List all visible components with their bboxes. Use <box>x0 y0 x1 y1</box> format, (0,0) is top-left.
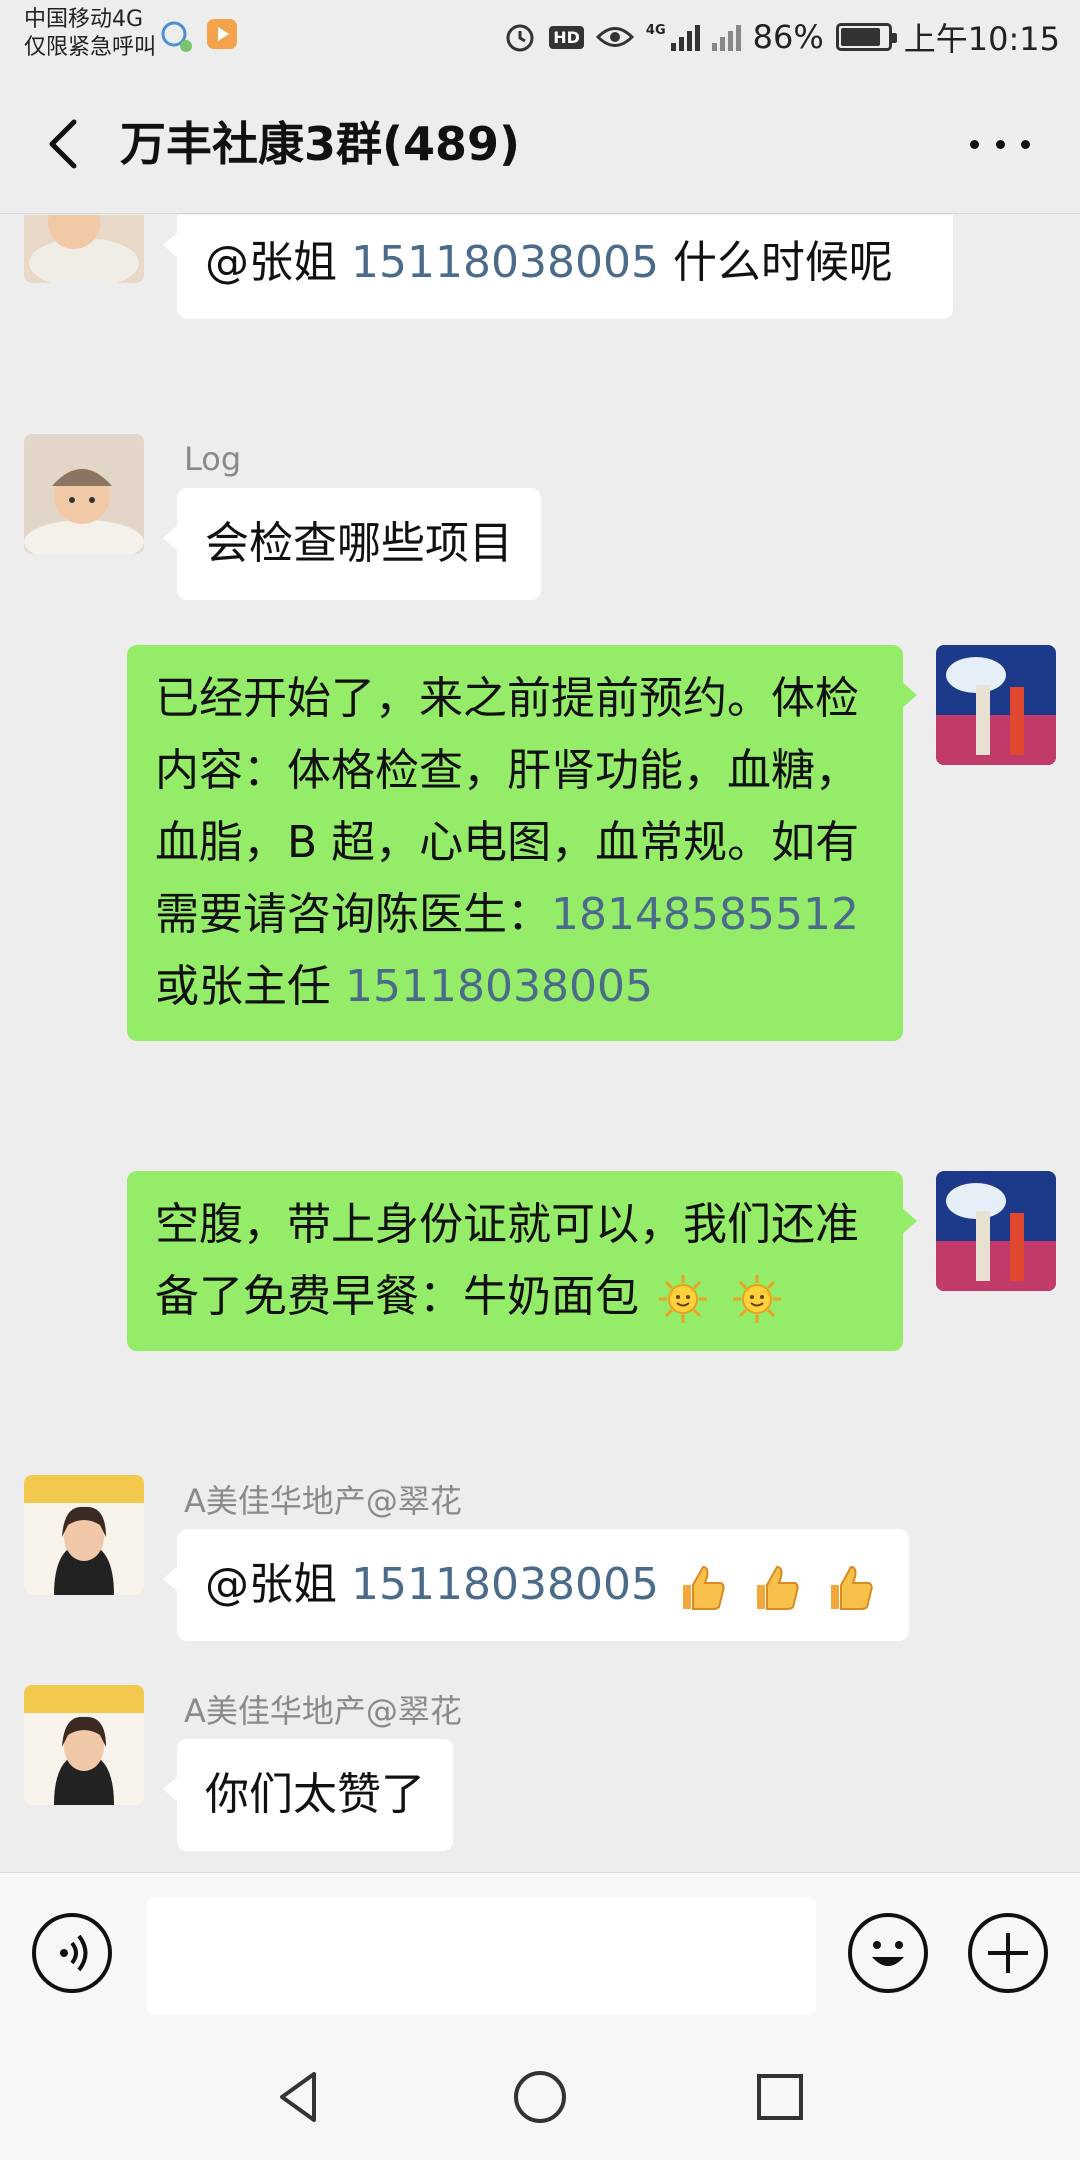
system-navigation-bar <box>0 2032 1080 2160</box>
message-bubble[interactable]: 你们太赞了 <box>163 1739 453 1851</box>
sun-emoji-icon <box>659 1275 707 1323</box>
message-bubble[interactable]: @张姐 15118038005 什么时候呢 <box>163 215 953 319</box>
message-text: 什么时候呢 <box>658 237 893 288</box>
message-text: 或张主任 <box>155 961 331 1012</box>
battery-percent: 86% <box>752 18 824 56</box>
hd-badge: HD <box>549 25 584 49</box>
assistant-icon <box>161 21 192 52</box>
message-bubble[interactable]: 会检查哪些项目 <box>163 488 541 600</box>
thumbs-up-emoji-icon <box>682 1565 725 1610</box>
carrier-info: 中国移动4G 仅限紧急呼叫 <box>24 6 156 62</box>
carrier-name: 中国移动4G <box>24 7 144 32</box>
emoji-picker-icon[interactable] <box>848 1913 928 1993</box>
battery-icon <box>835 23 897 51</box>
nav-home-icon[interactable] <box>505 2062 575 2132</box>
message-input[interactable] <box>146 1897 816 2015</box>
message-text: @张姐 <box>205 1559 351 1610</box>
message-bubble[interactable]: 空腹，带上身份证就可以，我们还准备了免费早餐：牛奶面包 <box>127 1171 917 1351</box>
clock: 上午10:15 <box>903 20 1060 58</box>
message-list[interactable]: @张姐 15118038005 什么时候呢 Log 会检查哪些项目 已经开始了，… <box>0 215 1080 1870</box>
phone-link[interactable]: 15118038005 <box>351 1559 659 1610</box>
eye-icon <box>595 27 634 47</box>
avatar[interactable] <box>24 215 144 283</box>
message-text: 你们太赞了 <box>205 1769 425 1820</box>
alarm-icon <box>506 24 534 52</box>
message-bubble[interactable]: 已经开始了，来之前提前预约。体检内容：体格检查，肝肾功能，血糖，血脂，B 超，心… <box>127 645 917 1041</box>
chat-title: 万丰社康3群(489) <box>120 117 521 171</box>
sender-name: Log <box>184 440 242 478</box>
message-bubble[interactable]: @张姐 15118038005 <box>163 1529 909 1641</box>
video-app-icon <box>207 19 237 49</box>
nav-back-icon[interactable] <box>264 2062 334 2132</box>
phone-link[interactable]: 15118038005 <box>351 237 659 288</box>
my-avatar[interactable] <box>936 645 1056 765</box>
avatar[interactable] <box>24 1685 144 1805</box>
phone-link[interactable]: 15118038005 <box>345 961 653 1012</box>
my-avatar[interactable] <box>936 1171 1056 1291</box>
thumbs-up-emoji-icon <box>830 1565 873 1610</box>
notification-icons <box>160 18 238 54</box>
status-right: HD 4G 86% 上午10:15 <box>503 14 1060 60</box>
sender-name: A美佳华地产@翠花 <box>184 1692 462 1730</box>
signal-sim2-icon <box>711 23 741 51</box>
sender-name: A美佳华地产@翠花 <box>184 1482 462 1520</box>
signal-4g-icon: 4G <box>646 23 700 51</box>
message-text: 会检查哪些项目 <box>205 518 513 569</box>
sun-emoji-icon <box>733 1275 781 1323</box>
message-text: @张姐 <box>205 237 351 288</box>
input-bar <box>0 1872 1080 2032</box>
status-bar: 中国移动4G 仅限紧急呼叫 HD 4G 86% 上午10:15 <box>0 0 1080 74</box>
chat-header: 万丰社康3群(489) <box>0 74 1080 214</box>
avatar[interactable] <box>24 434 144 554</box>
more-options-icon[interactable] <box>970 124 1030 164</box>
voice-input-icon[interactable] <box>32 1913 112 1993</box>
carrier-status: 仅限紧急呼叫 <box>24 35 157 60</box>
back-arrow-icon[interactable] <box>40 118 88 170</box>
avatar[interactable] <box>24 1475 144 1595</box>
thumbs-up-emoji-icon <box>756 1565 799 1610</box>
phone-link[interactable]: 18148585512 <box>551 889 859 940</box>
nav-recents-icon[interactable] <box>745 2062 815 2132</box>
more-functions-plus-icon[interactable] <box>968 1913 1048 1993</box>
